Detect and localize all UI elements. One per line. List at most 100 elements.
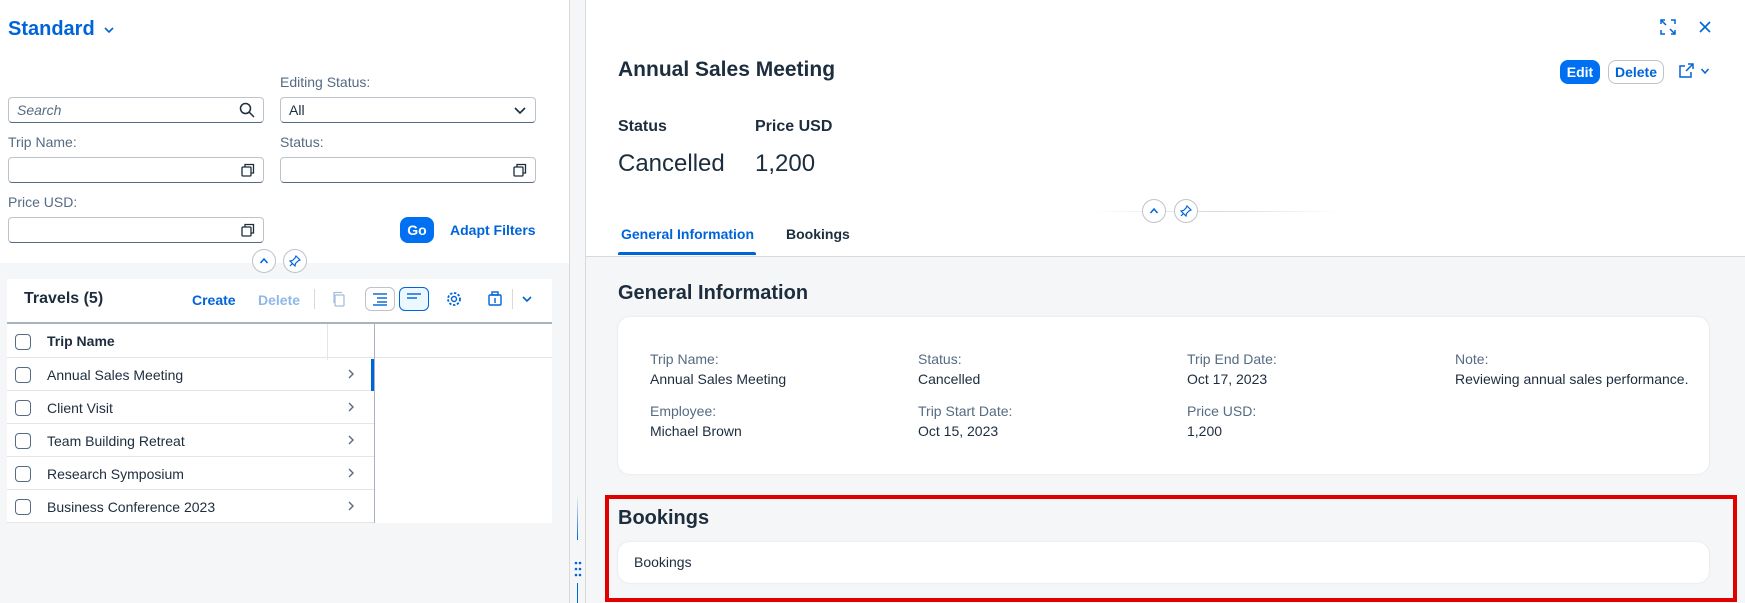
column-header-trip-name[interactable]: Trip Name xyxy=(47,333,115,349)
delete-button[interactable]: Delete xyxy=(1608,60,1664,84)
chevron-up-icon xyxy=(259,256,269,266)
drag-handle-icon[interactable] xyxy=(573,560,583,578)
field-value: Reviewing annual sales performance. xyxy=(1455,371,1689,387)
close-icon[interactable] xyxy=(1698,20,1712,34)
splitter-line xyxy=(577,583,578,603)
table-title: Travels (5) xyxy=(24,290,104,307)
field-value: 1,200 xyxy=(1187,423,1223,439)
table-row[interactable]: Client Visit xyxy=(7,391,375,424)
chevron-down-icon xyxy=(103,24,115,36)
column-divider xyxy=(327,324,328,360)
share-icon xyxy=(1678,63,1694,79)
kpi-price-label: Price USD xyxy=(755,118,833,135)
pin-header-button[interactable] xyxy=(283,249,307,273)
selected-row-indicator xyxy=(371,359,374,391)
settings-icon[interactable] xyxy=(439,287,469,311)
field-label: Price USD: xyxy=(1187,403,1257,419)
splitter-line xyxy=(577,495,578,540)
row-checkbox[interactable] xyxy=(15,499,31,515)
edit-button[interactable]: Edit xyxy=(1560,60,1600,84)
table-row[interactable]: Research Symposium xyxy=(7,457,375,490)
share-menu-button[interactable] xyxy=(1678,63,1710,79)
value-help-icon[interactable] xyxy=(241,163,255,177)
go-button[interactable]: Go xyxy=(400,217,434,243)
field-label: Trip Name: xyxy=(650,351,719,367)
variant-selector[interactable]: Standard xyxy=(8,18,115,41)
value-help-icon[interactable] xyxy=(241,223,255,237)
trip-name-field[interactable] xyxy=(8,157,264,183)
tab-bookings[interactable]: Bookings xyxy=(786,226,850,242)
chevron-down-icon xyxy=(1700,66,1710,76)
tab-general-information[interactable]: General Information xyxy=(621,226,754,242)
variant-title: Standard xyxy=(8,18,95,40)
field-value: Michael Brown xyxy=(650,423,742,439)
field-label: Trip End Date: xyxy=(1187,351,1277,367)
filter-bar: Standard Search Editing Status: All Trip… xyxy=(0,0,569,273)
field-value: Cancelled xyxy=(918,371,981,387)
tab-selected-indicator xyxy=(618,252,756,255)
table-row[interactable]: Team Building Retreat xyxy=(7,424,375,457)
delete-button[interactable]: Delete xyxy=(258,292,300,308)
bookings-title: Bookings xyxy=(618,507,710,529)
field-value: Annual Sales Meeting xyxy=(650,371,787,387)
editing-status-select[interactable]: All xyxy=(280,97,536,123)
general-information-title: General Information xyxy=(618,282,809,304)
object-title: Annual Sales Meeting xyxy=(618,58,836,81)
row-checkbox[interactable] xyxy=(15,466,31,482)
status-field[interactable] xyxy=(280,157,536,183)
table-divider xyxy=(374,322,375,523)
row-checkbox[interactable] xyxy=(15,433,31,449)
bookings-card: Bookings xyxy=(618,542,1709,583)
editing-status-label: Editing Status: xyxy=(280,74,371,90)
object-header: Annual Sales Meeting Edit Delete Status … xyxy=(586,0,1745,257)
travels-table: Travels (5) Create Delete Trip Name Annu… xyxy=(7,279,552,523)
collapse-header-button[interactable] xyxy=(252,249,276,273)
pin-header-button[interactable] xyxy=(1174,199,1198,223)
kpi-price-value: 1,200 xyxy=(755,150,816,177)
list-report-pane: Standard Search Editing Status: All Trip… xyxy=(0,0,569,603)
search-input[interactable]: Search xyxy=(8,97,264,123)
field-value: Oct 17, 2023 xyxy=(1187,371,1268,387)
value-help-icon[interactable] xyxy=(513,163,527,177)
table-row[interactable]: Business Conference 2023 xyxy=(7,490,375,523)
collapse-header-button[interactable] xyxy=(1142,199,1166,223)
row-checkbox[interactable] xyxy=(15,367,31,383)
copy-icon[interactable] xyxy=(324,287,354,311)
general-information-card: Trip Name: Annual Sales Meeting Status: … xyxy=(618,317,1709,474)
pin-icon xyxy=(1180,205,1192,217)
chevron-down-icon xyxy=(513,103,527,117)
table-header: Trip Name xyxy=(7,322,552,360)
collapse-all-icon[interactable] xyxy=(399,287,429,311)
expand-all-icon[interactable] xyxy=(365,287,395,311)
chevron-right-icon xyxy=(346,368,356,380)
field-label: Status: xyxy=(918,351,962,367)
field-label: Note: xyxy=(1455,351,1489,367)
header-divider xyxy=(1091,211,1341,212)
object-page: Annual Sales Meeting Edit Delete Status … xyxy=(586,0,1745,603)
table-row[interactable]: Annual Sales Meeting xyxy=(7,358,375,391)
trip-name-label: Trip Name: xyxy=(8,134,77,150)
field-label: Trip Start Date: xyxy=(918,403,1013,419)
toolbar-separator xyxy=(314,289,315,309)
field-value: Oct 15, 2023 xyxy=(918,423,999,439)
chevron-down-icon[interactable] xyxy=(515,287,539,311)
search-icon[interactable] xyxy=(239,102,255,118)
chevron-right-icon xyxy=(346,467,356,479)
select-all-checkbox[interactable] xyxy=(15,334,31,350)
price-field[interactable] xyxy=(8,217,264,243)
kpi-status-value: Cancelled xyxy=(618,150,725,177)
export-icon[interactable] xyxy=(480,287,510,311)
fullscreen-icon[interactable] xyxy=(1660,19,1676,35)
chevron-right-icon xyxy=(346,500,356,512)
chevron-right-icon xyxy=(346,434,356,446)
kpi-status-label: Status xyxy=(618,118,667,135)
pin-icon xyxy=(289,255,301,267)
adapt-filters-button[interactable]: Adapt Filters xyxy=(450,222,536,238)
field-label: Employee: xyxy=(650,403,717,419)
layout-splitter[interactable] xyxy=(569,0,586,603)
chevron-up-icon xyxy=(1149,206,1159,216)
create-button[interactable]: Create xyxy=(192,292,236,308)
bookings-card-text: Bookings xyxy=(634,554,692,570)
row-checkbox[interactable] xyxy=(15,400,31,416)
toolbar-separator xyxy=(512,289,513,309)
